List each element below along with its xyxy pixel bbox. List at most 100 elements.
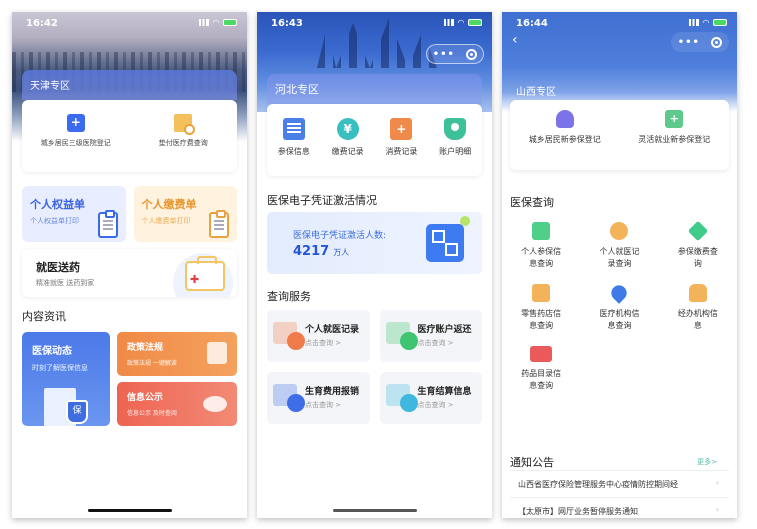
news-card-policy[interactable]: 政策法规 政策法规 一键解读 — [117, 332, 237, 376]
chat-bubble-icon — [203, 396, 227, 412]
service-account-refund[interactable]: 医疗账户返还 点击查询 > — [379, 310, 482, 362]
section-title-activation: 医保电子凭证激活情况 — [267, 194, 377, 207]
baby-icon — [287, 394, 305, 412]
registration-grid: 城乡居民新参保登记 + 灵活就业新参保登记 — [510, 100, 729, 170]
status-bar: 16:43 ◠ — [257, 18, 492, 32]
activation-label: 医保电子凭证激活人数: — [293, 231, 387, 241]
grid-item-flexible-employment-registration[interactable]: + 灵活就业新参保登记 — [625, 110, 724, 170]
grid-item-spending-records[interactable]: + 消费记录 — [385, 118, 417, 176]
status-bar: 16:42 ◠ — [12, 18, 247, 32]
service-maternity-reimbursement[interactable]: 生育费用报销 点击查询 > — [267, 372, 370, 424]
grid-item-resident-registration[interactable]: 城乡居民新参保登记 — [515, 110, 614, 170]
quick-item-register[interactable]: 城乡居民三级医院登记 — [27, 113, 124, 149]
service-maternity-settlement[interactable]: 生育结算信息 点击查询 > — [379, 372, 482, 424]
phone-hebei: 16:43 ◠ ••• 河北专区 参保信息 ¥ 缴费记录 + 消费记录 账户明细 医… — [257, 12, 492, 518]
qr-code-icon — [426, 224, 464, 262]
battery-icon — [223, 19, 237, 26]
notice-item[interactable]: 山西省医疗保险管理服务中心疫情防控期间经 › — [510, 470, 729, 496]
medicine-delivery-card[interactable]: 就医送药 精准就医 送药到家 — [22, 249, 237, 297]
status-bar: 16:44 ◠ — [502, 18, 737, 32]
search-icon — [610, 222, 629, 240]
query-item[interactable]: 经办机构信息 — [659, 284, 737, 332]
edit-register-icon — [66, 113, 85, 132]
pencil-icon — [399, 394, 418, 412]
query-item[interactable]: 个人就医记录查询 — [580, 222, 658, 270]
query-item[interactable]: 参保缴费查询 — [659, 220, 737, 270]
battery-icon — [468, 19, 482, 26]
query-item[interactable]: 零售药店信息查询 — [502, 284, 580, 332]
clipboard-crown-icon — [97, 210, 118, 238]
pharmacy-box-icon — [532, 284, 551, 302]
activation-banner: 医保电子凭证激活人数: 4217 万人 — [267, 212, 482, 274]
status-time: 16:42 — [26, 18, 58, 29]
query-services-grid: 个人就医记录 点击查询 > 医疗账户返还 点击查询 > 生育费用报销 点击查询 … — [267, 310, 482, 424]
zone-title: 天津专区 — [22, 70, 237, 100]
query-item[interactable]: 个人参保信息查询 — [502, 222, 580, 270]
status-time: 16:44 — [516, 18, 548, 29]
briefcase-plus-icon: + — [665, 110, 684, 128]
close-target-icon[interactable] — [711, 36, 723, 48]
grid-item-account-details[interactable]: 账户明细 — [439, 118, 471, 176]
news-card-insurance-updates[interactable]: 医保动态 时刻了解医保信息 — [22, 332, 110, 426]
query-item[interactable]: 药品目录信息查询 — [502, 346, 580, 392]
rights-statement-card[interactable]: 个人权益单 个人权益单打印 — [22, 186, 126, 242]
back-chevron-icon[interactable]: ‹ — [512, 32, 518, 48]
signal-icon — [198, 19, 209, 26]
hospital-shield-icon — [44, 388, 88, 426]
medical-kit-icon — [185, 256, 225, 291]
signal-icon — [688, 19, 699, 26]
clipboard-shield-icon — [209, 210, 229, 238]
chevron-right-icon: › — [715, 478, 719, 487]
bag-icon — [688, 284, 707, 302]
document-icon — [207, 342, 227, 364]
section-title-news: 内容资讯 — [22, 310, 66, 323]
fee-search-icon — [174, 114, 196, 135]
close-target-icon[interactable] — [466, 48, 478, 60]
phone-tianjin: 16:42 ◠ 天津专区 城乡居民三级医院登记 垫付医疗费查询 个人权益单 个人… — [12, 12, 247, 518]
person-icon — [555, 110, 574, 128]
home-indicator — [87, 509, 172, 512]
refund-icon — [399, 332, 418, 350]
miniprogram-capsule: ••• — [426, 44, 484, 64]
clipboard-icon — [532, 222, 551, 240]
chevron-right-icon: › — [715, 505, 719, 514]
quick-item-fee-query[interactable]: 垫付医疗费查询 — [135, 114, 232, 149]
service-medical-records[interactable]: 个人就医记录 点击查询 > — [267, 310, 370, 362]
layers-icon — [687, 220, 709, 242]
miniprogram-capsule: ••• — [671, 32, 729, 52]
news-grid: 医保动态 时刻了解医保信息 政策法规 政策法规 一键解读 信息公示 信息公示 及… — [22, 332, 237, 426]
section-title-insurance-query: 医保查询 — [510, 196, 554, 209]
status-time: 16:43 — [271, 18, 303, 29]
account-shield-icon — [444, 118, 467, 140]
drug-catalog-icon — [530, 346, 553, 362]
more-icon[interactable]: ••• — [433, 49, 455, 60]
phone-shanxi: 16:44 ◠ ‹ ••• 山西专区 城乡居民新参保登记 + 灵活就业新参保登记 … — [502, 12, 737, 518]
insurance-query-grid: 个人参保信息查询 个人就医记录查询 参保缴费查询 零售药店信息查询 医疗机构信息… — [502, 220, 737, 392]
section-title-notices: 通知公告 — [510, 456, 554, 469]
record-icon — [287, 332, 305, 350]
more-icon[interactable]: ••• — [678, 37, 700, 48]
grid-item-payment-records[interactable]: ¥ 缴费记录 — [332, 118, 364, 176]
grid-item-insurance-info[interactable]: 参保信息 — [278, 118, 310, 176]
payment-statement-card[interactable]: 个人缴费单 个人缴费单打印 — [133, 186, 237, 242]
more-notices-link[interactable]: 更多> — [697, 457, 717, 467]
query-item[interactable]: 医疗机构信息查询 — [580, 282, 658, 332]
news-card-disclosure[interactable]: 信息公示 信息公示 及时查阅 — [117, 382, 237, 426]
service-grid: 参保信息 ¥ 缴费记录 + 消费记录 账户明细 — [267, 104, 482, 176]
activation-count: 4217 万人 — [293, 244, 350, 259]
wifi-icon: ◠ — [702, 18, 709, 27]
yen-coin-icon: ¥ — [336, 118, 359, 140]
zone-title: 河北专区 — [267, 74, 482, 104]
statement-cards: 个人权益单 个人权益单打印 个人缴费单 个人缴费单打印 — [22, 186, 237, 242]
home-indicator — [332, 509, 417, 512]
quick-actions: 城乡居民三级医院登记 垫付医疗费查询 — [22, 100, 237, 172]
notice-item[interactable]: 【太原市】网厅业务暂停服务通知 › — [510, 497, 729, 518]
battery-icon — [713, 19, 727, 26]
location-pin-icon — [608, 282, 631, 304]
wifi-icon: ◠ — [212, 18, 219, 27]
medical-kit-icon: + — [390, 118, 413, 140]
signal-icon — [443, 19, 454, 26]
wifi-icon: ◠ — [457, 18, 464, 27]
insurance-card-icon — [282, 118, 305, 140]
section-title-query-services: 查询服务 — [267, 290, 311, 303]
